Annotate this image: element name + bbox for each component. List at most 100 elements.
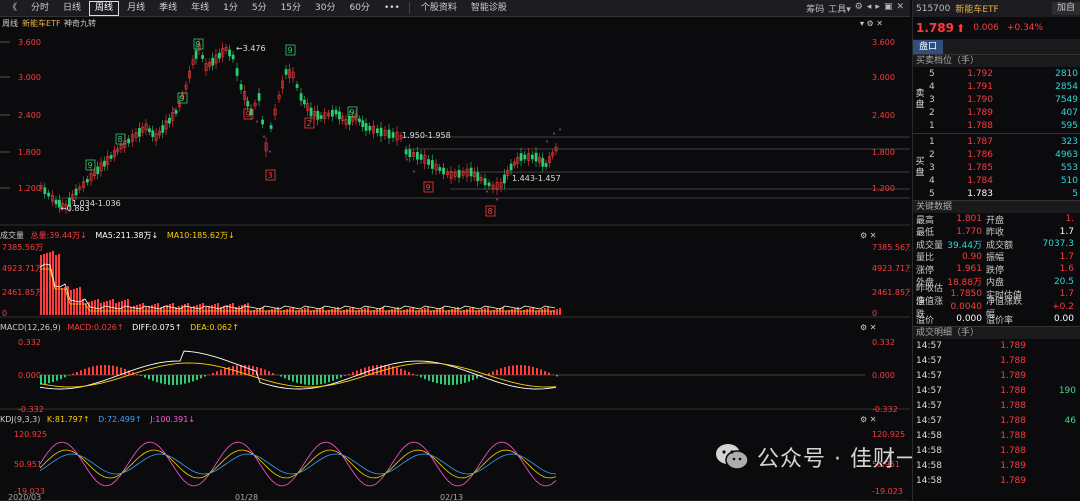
ask-row[interactable]: 2 1.789 407	[913, 106, 1080, 119]
ask-volume: 2854	[1055, 81, 1078, 92]
key-label-2: 溢价率	[986, 315, 1014, 326]
nine-turn-marker: ˄	[552, 132, 556, 141]
trade-row: 14:58 1.789	[913, 459, 1080, 474]
nine-turn-red-label: 8	[487, 207, 492, 216]
volume-bar	[514, 308, 516, 315]
trade-price: 1.788	[1000, 356, 1026, 366]
panel-tools-volume[interactable]: ⚙ ✕	[860, 231, 876, 241]
kdj-axis-left: 50.951	[14, 460, 42, 469]
period-button-9[interactable]: 30分	[309, 1, 341, 16]
key-label: 最低	[916, 228, 935, 239]
key-value-2: 1.6	[1059, 264, 1074, 275]
macd-bar	[140, 375, 142, 376]
macd-bar	[220, 369, 222, 375]
bid-row[interactable]: 3 1.785 553	[913, 161, 1080, 174]
toolbar-tool-2[interactable]: ⚙	[855, 2, 863, 15]
nine-turn-marker: ˄	[172, 108, 176, 117]
toolbar-tool-5[interactable]: ▣	[884, 2, 893, 15]
volume-axis-right: 7385.56万	[872, 243, 910, 252]
candle-body	[194, 50, 198, 59]
toolbar-tool-6[interactable]: ✕	[896, 2, 904, 15]
toolbar-right-tools: 筹码 工具▾ ⚙ ◂ ▸ ▣ ✕	[806, 2, 904, 15]
key-value-2: 1.	[1065, 214, 1074, 225]
period-button-8[interactable]: 15分	[275, 1, 307, 16]
macd-bar	[164, 375, 166, 385]
volume-bar	[406, 309, 408, 315]
candle-body	[523, 154, 527, 160]
recent-range-annotation: 1.443-1.457	[512, 174, 561, 183]
tab-pankou[interactable]: 盘口	[913, 40, 944, 54]
candle-body	[269, 125, 273, 129]
macd-bar	[52, 375, 54, 383]
candle-body	[299, 93, 303, 101]
trade-qty: 46	[1064, 416, 1076, 426]
period-button-4[interactable]: 季线	[153, 1, 183, 16]
period-button-13[interactable]: 智能诊股	[465, 1, 513, 16]
volume-bar	[541, 309, 543, 315]
bid-row[interactable]: 5 1.783 5	[913, 187, 1080, 200]
nine-turn-marker: ˄	[405, 158, 409, 167]
volume-bar	[460, 311, 462, 315]
bid-row[interactable]: 4 1.784 510	[913, 174, 1080, 187]
bid-level: 5	[929, 188, 935, 199]
panel-tools-kdj[interactable]: ⚙ ✕	[860, 415, 876, 425]
period-button-2[interactable]: 周线	[89, 0, 120, 16]
key-value: 0.000	[956, 314, 982, 325]
volume-bar	[55, 255, 57, 315]
period-button-10[interactable]: 60分	[343, 1, 375, 16]
period-button-12[interactable]: 个股资料	[415, 1, 463, 16]
volume-bar	[559, 308, 561, 315]
toolbar-tool-1[interactable]: 工具▾	[828, 2, 851, 15]
volume-bar	[475, 311, 477, 315]
toolbar-tool-0[interactable]: 筹码	[806, 2, 824, 15]
period-button-7[interactable]: 5分	[246, 1, 273, 16]
price-axis-left-label: 3.000	[18, 73, 41, 82]
nine-turn-green-label: 9	[179, 94, 184, 103]
volume-bar	[142, 303, 144, 315]
macd-bar	[212, 372, 214, 375]
ask-row[interactable]: 3 1.790 7549	[913, 93, 1080, 106]
ask-row[interactable]: 4 1.791 2854	[913, 80, 1080, 93]
indicator-name[interactable]: 神奇九转	[64, 19, 96, 29]
period-button-3[interactable]: 月线	[121, 1, 151, 16]
trade-row: 14:57 1.788 46	[913, 414, 1080, 429]
period-button-1[interactable]: 日线	[57, 1, 87, 16]
candle-body	[427, 159, 431, 165]
sell-side-label: 卖盘	[915, 89, 925, 110]
toolbar-tool-3[interactable]: ◂	[867, 2, 872, 15]
trade-time: 14:57	[916, 371, 942, 381]
candle-body	[476, 172, 480, 181]
bid-row[interactable]: 2 1.786 4963	[913, 148, 1080, 161]
trade-row: 14:57 1.788	[913, 354, 1080, 369]
back-button[interactable]: 《	[2, 1, 23, 16]
add-watchlist-button[interactable]: 加自	[1051, 2, 1080, 15]
candle-body	[47, 192, 51, 197]
period-button-6[interactable]: 1分	[217, 1, 244, 16]
ask-row[interactable]: 1 1.788 595	[913, 119, 1080, 132]
macd-bar	[80, 370, 82, 375]
macd-bar	[500, 368, 502, 375]
bid-row[interactable]: 1 1.787 323	[913, 135, 1080, 148]
volume-bar	[61, 288, 63, 315]
macd-bar	[284, 375, 286, 379]
period-button-11[interactable]: •••	[378, 1, 406, 16]
panel-tools-main[interactable]: ▾ ⚙ ✕	[860, 19, 883, 29]
period-button-0[interactable]: 分时	[25, 1, 55, 16]
key-data-row: 净值涨跌 0.0040 净值涨跌幅 +0.2	[913, 297, 1080, 320]
ask-row[interactable]: 5 1.792 2810	[913, 67, 1080, 80]
macd-bar	[156, 375, 158, 383]
toolbar-tool-4[interactable]: ▸	[875, 2, 880, 15]
volume-bar	[256, 309, 258, 315]
candle-body	[330, 109, 334, 117]
nine-turn-red-label: 9	[425, 183, 430, 192]
trade-time: 14:58	[916, 431, 942, 441]
price-axis-left-label: 1.200	[18, 184, 41, 193]
period-button-5[interactable]: 年线	[185, 1, 215, 16]
macd-bar	[76, 371, 78, 375]
bid-volume: 4963	[1055, 149, 1078, 160]
panel-tools-macd[interactable]: ⚙ ✕	[860, 323, 876, 333]
macd-bar	[188, 375, 190, 383]
macd-bar	[104, 365, 106, 375]
volume-bar	[196, 305, 198, 315]
key-value: 0.0040	[950, 301, 983, 312]
